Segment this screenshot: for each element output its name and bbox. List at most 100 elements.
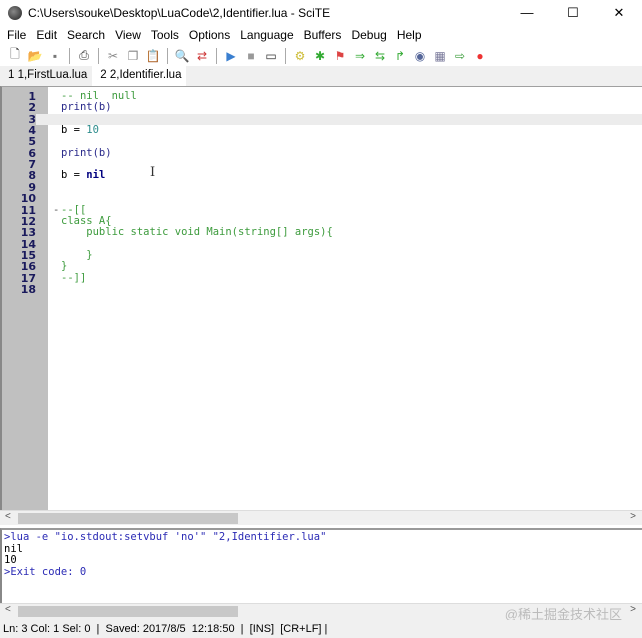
menu-options[interactable]: Options	[184, 28, 235, 42]
menu-language[interactable]: Language	[235, 28, 298, 42]
record-button[interactable]: ●	[471, 47, 489, 64]
compile-icon: ⚙	[294, 48, 306, 63]
console-icon: ▭	[265, 48, 277, 63]
code-token: class A{	[61, 214, 112, 227]
next-icon: ⇒	[354, 48, 366, 63]
stop-button[interactable]: ■	[242, 47, 260, 64]
menu-file[interactable]: File	[2, 28, 31, 42]
code-line: 18	[2, 284, 642, 296]
jump-icon: ↱	[394, 48, 406, 63]
open-button[interactable]: 📂	[26, 47, 44, 64]
menu-bar: File Edit Search View Tools Options Language Bu…	[0, 25, 427, 45]
menu-edit[interactable]: Edit	[31, 28, 62, 42]
macro-icon: ⚑	[334, 48, 346, 63]
cut-button[interactable]: ✂	[104, 47, 122, 64]
close-button[interactable]: ✕	[596, 5, 642, 21]
paste-icon: 📋	[145, 48, 161, 63]
code-token: }	[61, 260, 68, 273]
toolbar-separator	[98, 47, 99, 64]
menu-debug[interactable]: Debug	[346, 28, 391, 42]
toolbar-separator	[69, 47, 70, 64]
scite-app-icon	[8, 5, 22, 20]
calc-button[interactable]: ▦	[431, 47, 449, 64]
minimize-button[interactable]: —	[504, 5, 550, 20]
toolbar-separator	[167, 47, 168, 64]
code-token: print(b)	[61, 101, 112, 114]
code-token: 10	[86, 124, 99, 137]
export-icon: ⇨	[454, 48, 466, 63]
menu-help[interactable]: Help	[392, 28, 427, 42]
print-button[interactable]: ⎙	[75, 47, 93, 64]
output-line: nil	[4, 542, 23, 555]
fold-toggle-icon[interactable]: -	[53, 204, 59, 216]
menu-view[interactable]: View	[110, 28, 146, 42]
scrollbar-thumb[interactable]	[18, 606, 238, 617]
code-token: --[[	[61, 203, 87, 216]
code-line: 6 print(b)	[2, 146, 642, 159]
export-button[interactable]: ⇨	[451, 47, 469, 64]
build-icon: ✱	[314, 48, 326, 63]
calc-icon: ▦	[434, 48, 446, 63]
tab-buffer-1[interactable]: 1 1,FirstLua.lua	[0, 66, 92, 86]
build-button[interactable]: ✱	[311, 47, 329, 64]
macro-button[interactable]: ⚑	[331, 47, 349, 64]
code-line: 8b = nil	[2, 170, 642, 182]
code-text: b = 10	[61, 124, 99, 137]
new-file-button[interactable]: 🗋	[6, 47, 24, 64]
console-button[interactable]: ▭	[262, 47, 280, 64]
save-icon: ▪	[52, 48, 58, 63]
view-button[interactable]: ◉	[411, 47, 429, 64]
code-text: public static void Main(string[] args){	[61, 227, 333, 238]
previous-button[interactable]: ⇆	[371, 47, 389, 64]
copy-icon: ❐	[127, 48, 139, 63]
scroll-right-icon[interactable]: >	[630, 511, 636, 522]
compile-button[interactable]: ⚙	[291, 47, 309, 64]
title-bar: C:\Users\souke\Desktop\LuaCode\2,Identif…	[0, 0, 642, 25]
previous-icon: ⇆	[374, 48, 386, 63]
run-button[interactable]: ▶	[222, 47, 240, 64]
line-number: 2	[28, 101, 36, 115]
scrollbar-thumb[interactable]	[18, 513, 238, 524]
line-number: 10	[20, 192, 36, 206]
scroll-left-icon[interactable]: <	[5, 604, 11, 615]
save-button[interactable]: ▪	[46, 47, 64, 64]
code-text: print(b)	[61, 102, 112, 113]
code-text: --]]	[61, 272, 86, 284]
paste-button[interactable]: 📋	[144, 47, 162, 64]
tab-buffer-2[interactable]: 2 2,Identifier.lua	[92, 66, 187, 86]
buffer-tabs: 1 1,FirstLua.lua 2 2,Identifier.lua	[0, 66, 642, 86]
text-cursor-icon: I	[150, 165, 156, 180]
editor-horizontal-scrollbar[interactable]: < >	[0, 510, 642, 525]
code-text: print(b)	[61, 146, 112, 159]
code-text: b = nil	[61, 170, 105, 181]
copy-button[interactable]: ❐	[124, 47, 142, 64]
line-number: 16	[20, 260, 36, 274]
menu-search[interactable]: Search	[62, 28, 110, 42]
menu-buffers[interactable]: Buffers	[299, 28, 347, 42]
jump-button[interactable]: ↱	[391, 47, 409, 64]
code-line: 14	[2, 238, 642, 250]
find-button[interactable]: 🔍	[173, 47, 191, 64]
replace-icon: ⇄	[196, 48, 208, 63]
toolbar-separator	[216, 47, 217, 64]
code-editor[interactable]: 1 -- nil null 2 print(b) 3 4 b = 10 5 6 print(b) 7…	[0, 86, 642, 510]
scroll-right-icon[interactable]: >	[630, 604, 636, 615]
find-icon: 🔍	[174, 48, 190, 63]
next-button[interactable]: ⇒	[351, 47, 369, 64]
code-line: 16}	[2, 260, 642, 274]
menu-tools[interactable]: Tools	[146, 28, 184, 42]
toolbar: 🗋 📂 ▪ ⎙ ✂ ❐ 📋 🔍 ⇄ ▶ ■ ▭ ⚙ ✱ ⚑ ⇒ ⇆ ↱ ◉ ▦ ⇨ ●	[0, 45, 642, 66]
scroll-left-icon[interactable]: <	[5, 511, 11, 522]
output-line: 10	[4, 554, 17, 566]
new-file-icon: 🗋	[10, 47, 20, 61]
line-number: 13	[20, 226, 36, 240]
window-title: C:\Users\souke\Desktop\LuaCode\2,Identif…	[28, 5, 331, 20]
output-pane[interactable]: >lua -e "io.stdout:setvbuf 'no'" "2,Iden…	[0, 528, 642, 603]
view-icon: ◉	[414, 48, 426, 63]
code-token: -- nil null	[61, 90, 137, 102]
replace-button[interactable]: ⇄	[193, 47, 211, 64]
code-token: print(b)	[61, 146, 112, 159]
maximize-button[interactable]: ☐	[550, 5, 596, 21]
code-token: }	[61, 248, 93, 261]
code-line: 15 }	[2, 248, 642, 261]
